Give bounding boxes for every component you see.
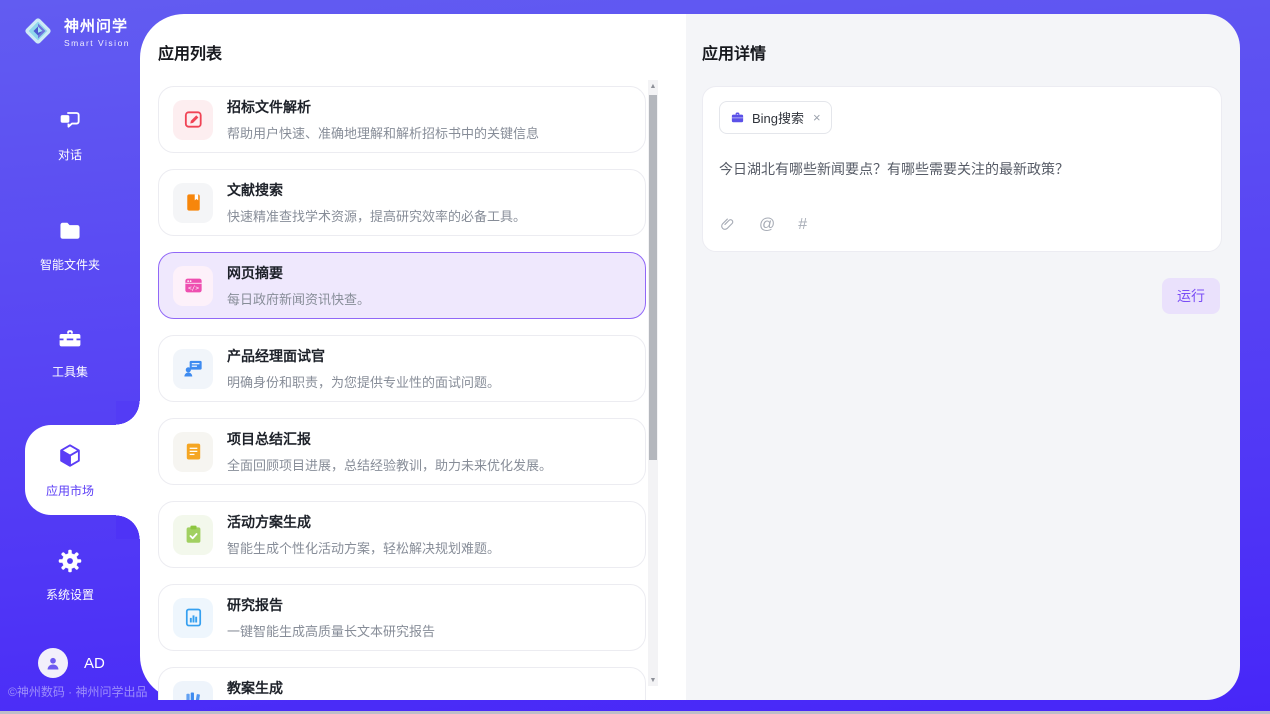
document-edit-icon xyxy=(173,100,213,140)
prompt-card: Bing搜索 × 今日湖北有哪些新闻要点？有哪些需要关注的最新政策？ @# xyxy=(702,86,1222,252)
app-item-title: 研究报告 xyxy=(227,595,435,615)
sidebar-item-smart-folders[interactable]: 智能文件夹 xyxy=(0,205,140,285)
user-initials: AD xyxy=(84,655,105,672)
person-icon xyxy=(43,653,63,673)
app-detail-title: 应用详情 xyxy=(702,40,1222,64)
sidebar-item-app-market[interactable]: 应用市场 xyxy=(0,425,140,515)
gem-logo-icon xyxy=(20,13,56,49)
sidebar-item-label: 系统设置 xyxy=(46,586,94,603)
scroll-up-arrow-icon[interactable]: ▲ xyxy=(648,80,658,92)
clipboard-check-icon xyxy=(173,515,213,555)
report-icon xyxy=(173,598,213,638)
app-item-description: 明确身份和职责，为您提供专业性的面试问题。 xyxy=(227,372,500,391)
app-item-title: 教案生成 xyxy=(227,678,487,698)
app-item-texts: 活动方案生成智能生成个性化活动方案，轻松解决规划难题。 xyxy=(227,512,500,557)
books-icon xyxy=(173,681,213,701)
app-list-title: 应用列表 xyxy=(158,40,666,64)
app-item-description: 每日政府新闻资讯快查。 xyxy=(227,289,370,308)
main-panel: 应用列表 招标文件解析帮助用户快速、准确地理解和解析招标书中的关键信息文献搜索快… xyxy=(140,14,1240,700)
sidebar-item-label: 工具集 xyxy=(52,363,88,380)
app-item-description: 快速精准查找学术资源，提高研究效率的必备工具。 xyxy=(227,206,526,225)
active-tab-top-curve xyxy=(116,401,140,425)
app-item-texts: 网页摘要每日政府新闻资讯快查。 xyxy=(227,263,370,308)
app-list-item[interactable]: 文献搜索快速精准查找学术资源，提高研究效率的必备工具。 xyxy=(158,169,646,236)
book-icon xyxy=(173,183,213,223)
folder-icon xyxy=(57,218,83,249)
user-account[interactable]: AD xyxy=(38,648,105,678)
tool-tag-label: Bing搜索 xyxy=(752,108,804,127)
app-item-texts: 研究报告一键智能生成高质量长文本研究报告 xyxy=(227,595,435,640)
app-list-item[interactable]: 研究报告一键智能生成高质量长文本研究报告 xyxy=(158,584,646,651)
sidebar-item-settings[interactable]: 系统设置 xyxy=(0,535,140,615)
app-item-title: 招标文件解析 xyxy=(227,97,539,117)
webpage-code-icon: </> xyxy=(173,266,213,306)
app-item-texts: 招标文件解析帮助用户快速、准确地理解和解析招标书中的关键信息 xyxy=(227,97,539,142)
tool-tag-bing-search[interactable]: Bing搜索 × xyxy=(719,101,832,134)
gear-icon xyxy=(57,548,83,579)
app-item-title: 项目总结汇报 xyxy=(227,429,552,449)
app-item-title: 产品经理面试官 xyxy=(227,346,500,366)
sidebar-item-label: 智能文件夹 xyxy=(40,256,100,273)
at-icon[interactable]: @ xyxy=(759,217,775,233)
copyright-text: ©神州数码 · 神州问学出品 xyxy=(8,683,148,700)
app-item-description: 全面回顾项目进展，总结经验教训，助力未来优化发展。 xyxy=(227,455,552,474)
app-list-item[interactable]: 项目总结汇报全面回顾项目进展，总结经验教训，助力未来优化发展。 xyxy=(158,418,646,485)
app-item-texts: 教案生成模板驱动，教案秒成，教学准备从此轻松快捷 xyxy=(227,678,487,700)
app-item-description: 一键智能生成高质量长文本研究报告 xyxy=(227,621,435,640)
app-detail-panel: 应用详情 Bing搜索 × 今日湖北有哪些新闻要点？有哪些需要关注的最新政策？ … xyxy=(686,14,1240,700)
app-list-item[interactable]: 活动方案生成智能生成个性化活动方案，轻松解决规划难题。 xyxy=(158,501,646,568)
interviewer-icon xyxy=(173,349,213,389)
close-icon[interactable]: × xyxy=(813,111,821,124)
memo-icon xyxy=(173,432,213,472)
active-tab-bottom-curve xyxy=(116,515,140,539)
paperclip-icon[interactable] xyxy=(719,216,736,233)
app-list: 招标文件解析帮助用户快速、准确地理解和解析招标书中的关键信息文献搜索快速精准查找… xyxy=(158,86,646,700)
card-toolbar: @# xyxy=(719,216,1205,237)
app-list-item[interactable]: 产品经理面试官明确身份和职责，为您提供专业性的面试问题。 xyxy=(158,335,646,402)
app-item-title: 活动方案生成 xyxy=(227,512,500,532)
app-list-panel: 应用列表 招标文件解析帮助用户快速、准确地理解和解析招标书中的关键信息文献搜索快… xyxy=(140,14,686,700)
chat-icon xyxy=(57,108,83,139)
brand-subtitle: Smart Vision xyxy=(64,38,130,48)
scrollbar-thumb[interactable] xyxy=(649,95,657,460)
app-list-item[interactable]: 招标文件解析帮助用户快速、准确地理解和解析招标书中的关键信息 xyxy=(158,86,646,153)
cube-icon xyxy=(56,442,84,475)
app-list-item[interactable]: 教案生成模板驱动，教案秒成，教学准备从此轻松快捷 xyxy=(158,667,646,700)
sidebar: 神州问学 Smart Vision 对话智能文件夹工具集应用市场系统设置 AD … xyxy=(0,0,140,714)
brand-logo: 神州问学 Smart Vision xyxy=(20,13,130,49)
app-item-description: 帮助用户快速、准确地理解和解析招标书中的关键信息 xyxy=(227,123,539,142)
briefcase-icon xyxy=(730,110,745,125)
scroll-down-arrow-icon[interactable]: ▼ xyxy=(648,674,658,686)
app-item-title: 文献搜索 xyxy=(227,180,526,200)
svg-text:</>: </> xyxy=(187,285,198,292)
toolbox-icon xyxy=(57,325,83,356)
sidebar-item-toolset[interactable]: 工具集 xyxy=(0,312,140,392)
brand-name: 神州问学 xyxy=(64,15,130,36)
sidebar-item-label: 对话 xyxy=(58,146,82,163)
sidebar-item-chat[interactable]: 对话 xyxy=(0,95,140,175)
avatar xyxy=(38,648,68,678)
app-item-texts: 文献搜索快速精准查找学术资源，提高研究效率的必备工具。 xyxy=(227,180,526,225)
run-button[interactable]: 运行 xyxy=(1162,278,1220,314)
scrollbar[interactable]: ▲ ▼ xyxy=(648,80,658,686)
sidebar-item-label: 应用市场 xyxy=(46,482,94,499)
app-list-item[interactable]: </> 网页摘要每日政府新闻资讯快查。 xyxy=(158,252,646,319)
app-item-texts: 产品经理面试官明确身份和职责，为您提供专业性的面试问题。 xyxy=(227,346,500,391)
app-item-description: 智能生成个性化活动方案，轻松解决规划难题。 xyxy=(227,538,500,557)
query-input[interactable]: 今日湖北有哪些新闻要点？有哪些需要关注的最新政策？ xyxy=(719,159,1205,180)
app-item-texts: 项目总结汇报全面回顾项目进展，总结经验教训，助力未来优化发展。 xyxy=(227,429,552,474)
hash-icon[interactable]: # xyxy=(798,217,807,233)
app-item-title: 网页摘要 xyxy=(227,263,370,283)
